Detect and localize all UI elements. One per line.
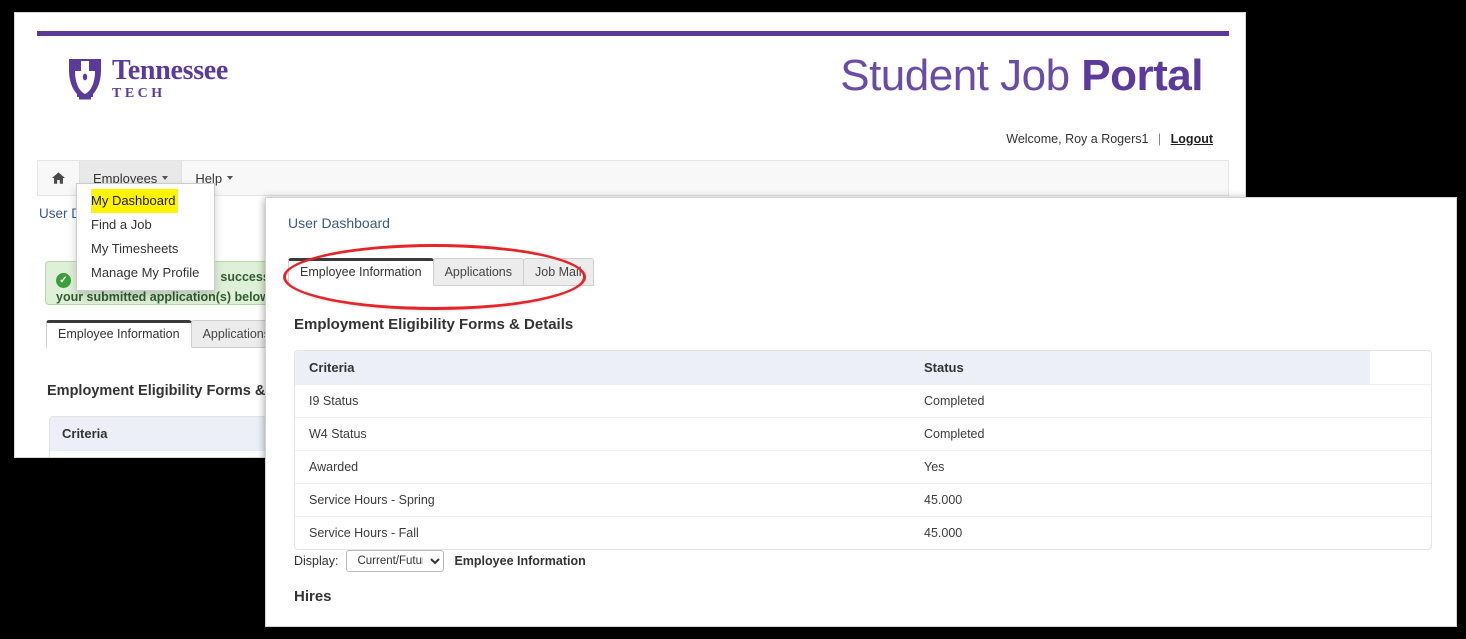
cell-status: Completed xyxy=(910,418,1370,450)
main-navbar: Employees Help xyxy=(37,160,1229,196)
tennessee-tech-logo[interactable]: Tennessee TECH xyxy=(67,57,228,101)
dropdown-item-manage-my-profile[interactable]: Manage My Profile xyxy=(77,261,214,285)
cell-status: Completed xyxy=(910,385,1370,417)
foreground-tab-strip: Employee Information Applications Job Ma… xyxy=(288,258,593,286)
eligibility-table: Criteria Status I9 Status Completed W4 S… xyxy=(294,350,1432,550)
home-icon xyxy=(52,172,65,184)
table-row: Service Hours - Fall 45.000 xyxy=(295,516,1431,549)
page-title-bold: Portal xyxy=(1081,51,1203,100)
background-section-heading: Employment Eligibility Forms & D xyxy=(47,383,280,399)
table-row: W4 Status Completed xyxy=(295,417,1431,450)
logo-text-tech: TECH xyxy=(112,87,228,101)
tab-job-mail[interactable]: Job Mail xyxy=(523,258,594,286)
table-row: Awarded Yes xyxy=(295,450,1431,483)
foreground-breadcrumb: User Dashboard xyxy=(288,215,390,231)
page-title: Student Job Portal xyxy=(840,51,1203,101)
cell-status: 45.000 xyxy=(910,517,1370,549)
cell-criteria: Awarded xyxy=(295,451,910,483)
cell-criteria: Service Hours - Spring xyxy=(295,484,910,516)
logo-text-tennessee: Tennessee xyxy=(112,57,228,85)
table-row: I9 Status Completed xyxy=(295,384,1431,417)
check-circle-icon: ✓ xyxy=(56,273,71,288)
welcome-separator: | xyxy=(1152,132,1167,146)
dropdown-item-find-a-job[interactable]: Find a Job xyxy=(77,213,214,237)
header-purple-rule xyxy=(37,31,1229,36)
cell-criteria: Service Hours - Fall xyxy=(295,517,910,549)
background-tab-strip: Employee Information Applications xyxy=(46,320,281,348)
background-tab-applications-label: Applications xyxy=(203,327,270,341)
cell-criteria: W4 Status xyxy=(295,418,910,450)
display-suffix-label: Employee Information xyxy=(454,554,585,568)
display-filter-row: Display: Current/Future Employee Informa… xyxy=(294,550,586,572)
dropdown-item-my-dashboard-label: My Dashboard xyxy=(91,189,178,213)
chevron-down-icon xyxy=(227,176,233,180)
nav-home-button[interactable] xyxy=(38,161,79,195)
column-header-status: Status xyxy=(910,351,1370,384)
eligibility-table-header-row: Criteria Status xyxy=(295,351,1431,384)
page-title-light: Student Job xyxy=(840,51,1081,100)
screenshot-stage: Tennessee TECH Student Job Portal Welcom… xyxy=(0,0,1466,639)
welcome-text: Welcome, Roy a Rogers1 xyxy=(1006,132,1148,146)
tab-employee-information-label: Employee Information xyxy=(300,265,422,279)
welcome-bar: Welcome, Roy a Rogers1 | Logout xyxy=(1006,132,1213,146)
display-select[interactable]: Current/Future xyxy=(346,550,444,572)
success-alert-line2: your submitted application(s) below xyxy=(56,290,270,304)
foreground-section-heading: Employment Eligibility Forms & Details xyxy=(294,316,573,333)
hires-heading: Hires xyxy=(294,588,332,605)
dropdown-item-my-dashboard[interactable]: My Dashboard xyxy=(77,189,214,213)
column-header-criteria: Criteria xyxy=(295,351,910,384)
dropdown-item-my-timesheets[interactable]: My Timesheets xyxy=(77,237,214,261)
cell-status: 45.000 xyxy=(910,484,1370,516)
tab-employee-information[interactable]: Employee Information xyxy=(288,258,434,286)
background-tab-employee-information[interactable]: Employee Information xyxy=(46,320,192,348)
employees-dropdown-menu: My Dashboard Find a Job My Timesheets Ma… xyxy=(76,183,215,291)
cell-criteria: I9 Status xyxy=(295,385,910,417)
display-label: Display: xyxy=(294,554,338,568)
tab-job-mail-label: Job Mail xyxy=(535,265,582,279)
table-row: Service Hours - Spring 45.000 xyxy=(295,483,1431,516)
tennessee-tech-eagle-icon xyxy=(67,57,103,101)
foreground-dashboard-window: User Dashboard Employee Information Appl… xyxy=(265,197,1457,627)
tab-applications[interactable]: Applications xyxy=(433,258,524,286)
logout-link[interactable]: Logout xyxy=(1171,132,1213,146)
background-tab-employee-information-label: Employee Information xyxy=(58,327,180,341)
chevron-down-icon xyxy=(162,176,168,180)
tab-applications-label: Applications xyxy=(445,265,512,279)
cell-status: Yes xyxy=(910,451,1370,483)
